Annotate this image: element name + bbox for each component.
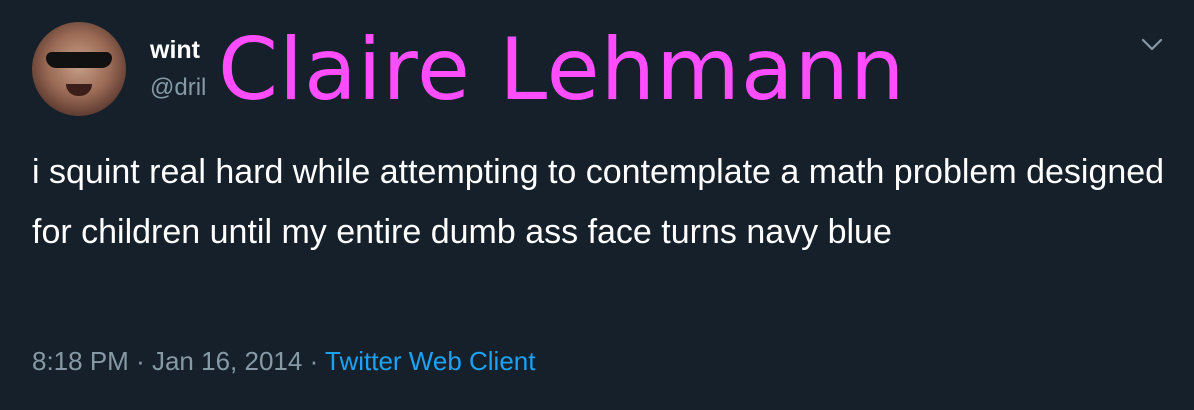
user-handle[interactable]: @dril — [150, 74, 206, 102]
avatar-mouth — [66, 84, 92, 96]
display-name[interactable]: wint — [150, 36, 200, 65]
overlay-text: Claire Lehmann — [218, 20, 906, 120]
tweet-card: wint @dril Claire Lehmann i squint real … — [0, 0, 1194, 410]
tweet-date[interactable]: Jan 16, 2014 — [152, 346, 302, 376]
tweet-metadata: 8:18 PM · Jan 16, 2014 · Twitter Web Cli… — [32, 346, 535, 377]
avatar[interactable] — [32, 22, 126, 116]
chevron-down-icon[interactable] — [1140, 32, 1164, 56]
separator-dot: · — [309, 346, 319, 376]
tweet-time[interactable]: 8:18 PM — [32, 346, 129, 376]
avatar-sunglasses — [46, 52, 112, 68]
tweet-text: i squint real hard while attempting to c… — [32, 153, 1165, 251]
separator-dot: · — [136, 346, 145, 376]
tweet-source-link[interactable]: Twitter Web Client — [325, 346, 535, 376]
